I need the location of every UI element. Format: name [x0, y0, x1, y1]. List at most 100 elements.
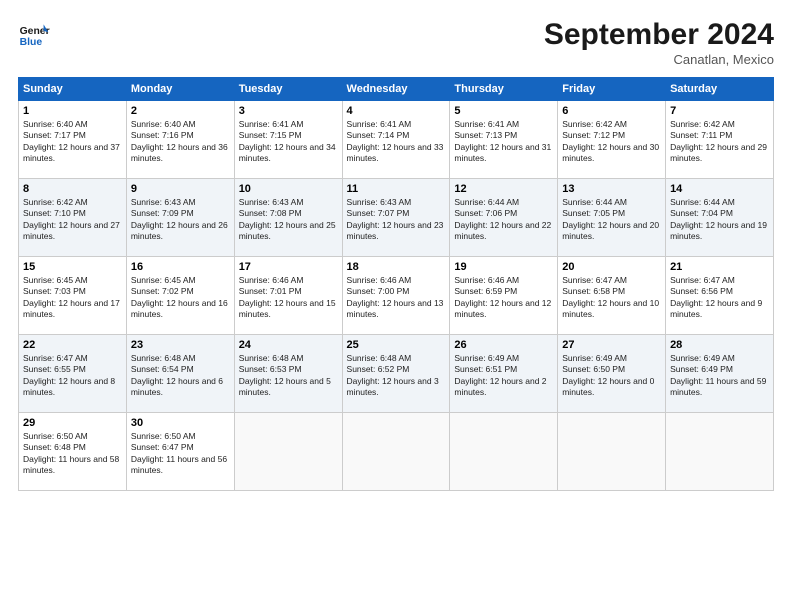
day-number: 8: [23, 183, 122, 195]
calendar-cell: 30 Sunrise: 6:50 AMSunset: 6:47 PMDayligh…: [126, 413, 234, 491]
calendar-cell: 2 Sunrise: 6:40 AMSunset: 7:16 PMDaylight…: [126, 101, 234, 179]
day-number: 3: [239, 105, 338, 117]
calendar-cell: 12Sunrise: 6:44 AMSunset: 7:06 PMDayligh…: [450, 179, 558, 257]
day-number: 23: [131, 339, 230, 351]
calendar-cell: 10 Sunrise: 6:43 AMSunset: 7:08 PMDayligh…: [234, 179, 342, 257]
calendar-cell: [342, 413, 450, 491]
day-info: Sunrise: 6:46 AMSunset: 7:00 PMDaylight:…: [347, 275, 446, 321]
calendar-cell: [558, 413, 666, 491]
day-info: Sunrise: 6:49 AMSunset: 6:50 PMDaylight:…: [562, 353, 661, 399]
day-number: 10: [239, 183, 338, 195]
day-info: Sunrise: 6:46 AMSunset: 7:01 PMDaylight:…: [239, 275, 338, 321]
location: Canatlan, Mexico: [544, 52, 774, 67]
day-info: Sunrise: 6:48 AMSunset: 6:54 PMDaylight:…: [131, 353, 230, 399]
day-info: Sunrise: 6:41 AMSunset: 7:13 PMDaylight:…: [454, 119, 553, 165]
svg-text:Blue: Blue: [20, 37, 43, 48]
calendar-cell: 5 Sunrise: 6:41 AMSunset: 7:13 PMDaylight…: [450, 101, 558, 179]
day-info: Sunrise: 6:42 AMSunset: 7:11 PMDaylight:…: [670, 119, 769, 165]
day-number: 5: [454, 105, 553, 117]
weekday-header: Sunday: [19, 78, 127, 101]
day-info: Sunrise: 6:47 AMSunset: 6:55 PMDaylight:…: [23, 353, 122, 399]
calendar-cell: 19 Sunrise: 6:46 AMSunset: 6:59 PMDayligh…: [450, 257, 558, 335]
calendar-cell: [666, 413, 774, 491]
weekday-header: Friday: [558, 78, 666, 101]
calendar-cell: 21Sunrise: 6:47 AMSunset: 6:56 PMDayligh…: [666, 257, 774, 335]
day-info: Sunrise: 6:42 AMSunset: 7:12 PMDaylight:…: [562, 119, 661, 165]
calendar-cell: 14Sunrise: 6:44 AMSunset: 7:04 PMDayligh…: [666, 179, 774, 257]
day-number: 22: [23, 339, 122, 351]
weekday-header: Monday: [126, 78, 234, 101]
day-info: Sunrise: 6:44 AMSunset: 7:05 PMDaylight:…: [562, 197, 661, 243]
day-info: Sunrise: 6:45 AMSunset: 7:03 PMDaylight:…: [23, 275, 122, 321]
calendar-cell: 24 Sunrise: 6:48 AMSunset: 6:53 PMDayligh…: [234, 335, 342, 413]
day-number: 16: [131, 261, 230, 273]
day-number: 20: [562, 261, 661, 273]
day-info: Sunrise: 6:49 AMSunset: 6:51 PMDaylight:…: [454, 353, 553, 399]
day-info: Sunrise: 6:45 AMSunset: 7:02 PMDaylight:…: [131, 275, 230, 321]
day-number: 25: [347, 339, 446, 351]
day-info: Sunrise: 6:43 AMSunset: 7:09 PMDaylight:…: [131, 197, 230, 243]
day-number: 30: [131, 417, 230, 429]
calendar: SundayMondayTuesdayWednesdayThursdayFrid…: [18, 77, 774, 491]
calendar-cell: 8 Sunrise: 6:42 AMSunset: 7:10 PMDaylight…: [19, 179, 127, 257]
day-number: 1: [23, 105, 122, 117]
day-info: Sunrise: 6:49 AMSunset: 6:49 PMDaylight:…: [670, 353, 769, 399]
weekday-header: Wednesday: [342, 78, 450, 101]
day-info: Sunrise: 6:40 AMSunset: 7:16 PMDaylight:…: [131, 119, 230, 165]
day-number: 2: [131, 105, 230, 117]
day-number: 15: [23, 261, 122, 273]
calendar-cell: 23 Sunrise: 6:48 AMSunset: 6:54 PMDayligh…: [126, 335, 234, 413]
calendar-cell: 15 Sunrise: 6:45 AMSunset: 7:03 PMDayligh…: [19, 257, 127, 335]
day-info: Sunrise: 6:43 AMSunset: 7:08 PMDaylight:…: [239, 197, 338, 243]
calendar-cell: 13 Sunrise: 6:44 AMSunset: 7:05 PMDayligh…: [558, 179, 666, 257]
day-number: 26: [454, 339, 553, 351]
day-number: 9: [131, 183, 230, 195]
day-number: 18: [347, 261, 446, 273]
day-info: Sunrise: 6:46 AMSunset: 6:59 PMDaylight:…: [454, 275, 553, 321]
weekday-header: Thursday: [450, 78, 558, 101]
day-number: 28: [670, 339, 769, 351]
day-info: Sunrise: 6:48 AMSunset: 6:53 PMDaylight:…: [239, 353, 338, 399]
calendar-cell: 7 Sunrise: 6:42 AMSunset: 7:11 PMDaylight…: [666, 101, 774, 179]
calendar-cell: 1Sunrise: 6:40 AMSunset: 7:17 PMDaylight…: [19, 101, 127, 179]
calendar-cell: 11Sunrise: 6:43 AMSunset: 7:07 PMDayligh…: [342, 179, 450, 257]
calendar-cell: 3 Sunrise: 6:41 AMSunset: 7:15 PMDaylight…: [234, 101, 342, 179]
day-number: 17: [239, 261, 338, 273]
day-number: 21: [670, 261, 769, 273]
day-info: Sunrise: 6:50 AMSunset: 6:48 PMDaylight:…: [23, 431, 122, 477]
calendar-cell: 20 Sunrise: 6:47 AMSunset: 6:58 PMDayligh…: [558, 257, 666, 335]
day-number: 24: [239, 339, 338, 351]
day-number: 27: [562, 339, 661, 351]
calendar-cell: 18 Sunrise: 6:46 AMSunset: 7:00 PMDayligh…: [342, 257, 450, 335]
calendar-cell: 25 Sunrise: 6:48 AMSunset: 6:52 PMDayligh…: [342, 335, 450, 413]
day-info: Sunrise: 6:43 AMSunset: 7:07 PMDaylight:…: [347, 197, 446, 243]
calendar-cell: 27 Sunrise: 6:49 AMSunset: 6:50 PMDayligh…: [558, 335, 666, 413]
day-number: 4: [347, 105, 446, 117]
day-info: Sunrise: 6:42 AMSunset: 7:10 PMDaylight:…: [23, 197, 122, 243]
day-number: 19: [454, 261, 553, 273]
day-info: Sunrise: 6:41 AMSunset: 7:15 PMDaylight:…: [239, 119, 338, 165]
day-info: Sunrise: 6:44 AMSunset: 7:06 PMDaylight:…: [454, 197, 553, 243]
day-number: 6: [562, 105, 661, 117]
month-title: September 2024: [544, 18, 774, 52]
day-info: Sunrise: 6:41 AMSunset: 7:14 PMDaylight:…: [347, 119, 446, 165]
calendar-cell: 28 Sunrise: 6:49 AMSunset: 6:49 PMDayligh…: [666, 335, 774, 413]
calendar-cell: 29Sunrise: 6:50 AMSunset: 6:48 PMDayligh…: [19, 413, 127, 491]
day-number: 7: [670, 105, 769, 117]
logo: General Blue: [18, 18, 50, 50]
weekday-header: Tuesday: [234, 78, 342, 101]
calendar-cell: 26 Sunrise: 6:49 AMSunset: 6:51 PMDayligh…: [450, 335, 558, 413]
calendar-cell: 17 Sunrise: 6:46 AMSunset: 7:01 PMDayligh…: [234, 257, 342, 335]
day-number: 13: [562, 183, 661, 195]
day-info: Sunrise: 6:47 AMSunset: 6:58 PMDaylight:…: [562, 275, 661, 321]
calendar-cell: 6 Sunrise: 6:42 AMSunset: 7:12 PMDaylight…: [558, 101, 666, 179]
day-info: Sunrise: 6:48 AMSunset: 6:52 PMDaylight:…: [347, 353, 446, 399]
day-number: 14: [670, 183, 769, 195]
calendar-cell: 22 Sunrise: 6:47 AMSunset: 6:55 PMDayligh…: [19, 335, 127, 413]
day-info: Sunrise: 6:50 AMSunset: 6:47 PMDaylight:…: [131, 431, 230, 477]
calendar-cell: 4 Sunrise: 6:41 AMSunset: 7:14 PMDaylight…: [342, 101, 450, 179]
logo-icon: General Blue: [18, 18, 50, 50]
calendar-cell: 16 Sunrise: 6:45 AMSunset: 7:02 PMDayligh…: [126, 257, 234, 335]
calendar-cell: 9 Sunrise: 6:43 AMSunset: 7:09 PMDaylight…: [126, 179, 234, 257]
title-area: September 2024 Canatlan, Mexico: [544, 18, 774, 67]
